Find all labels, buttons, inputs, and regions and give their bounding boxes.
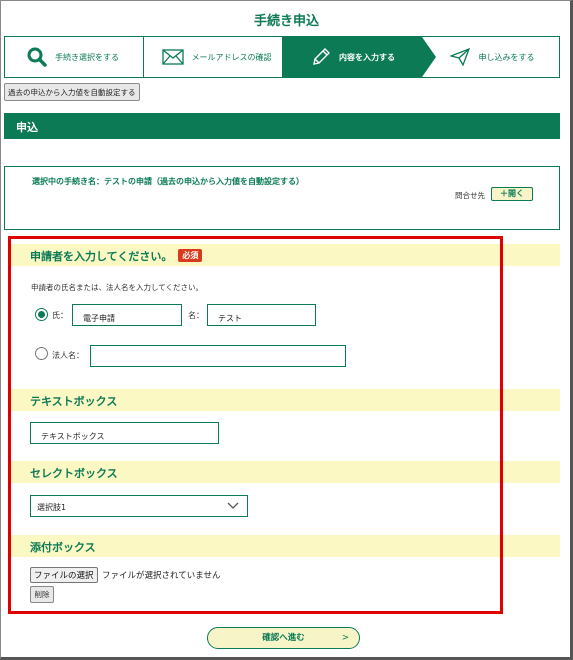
page-title: 手続き申込 bbox=[253, 14, 319, 29]
progress-steps: 手続き選択をする メールアドレスの確認 内容を入力する 申し込みをする bbox=[4, 36, 560, 78]
pencil-icon bbox=[311, 47, 331, 67]
procedure-info-box: 選択中の手続き名：テストの申請（過去の申込から入力値を自動設定する） 問合せ先 … bbox=[4, 166, 560, 230]
highlight-frame bbox=[8, 236, 503, 614]
procedure-label: 選択中の手続き名： bbox=[32, 177, 104, 186]
step-apply: 申し込みをする bbox=[422, 37, 559, 77]
step-select-procedure: 手続き選択をする bbox=[5, 37, 144, 77]
step-label: 手続き選択をする bbox=[55, 52, 119, 62]
procedure-name: 選択中の手続き名：テストの申請（過去の申込から入力値を自動設定する） bbox=[32, 176, 304, 187]
send-icon bbox=[450, 48, 471, 66]
step-label: 内容を入力する bbox=[338, 52, 395, 62]
mail-icon bbox=[161, 49, 184, 65]
chevron-right-icon: > bbox=[341, 633, 349, 643]
confirm-label: 確認へ進む bbox=[262, 633, 305, 643]
contact-label: 問合せ先 bbox=[455, 191, 485, 200]
step-email-confirm: メールアドレスの確認 bbox=[144, 37, 283, 77]
section-title: 申込 bbox=[4, 113, 560, 139]
contact-open-button[interactable]: ＋開く bbox=[491, 187, 533, 201]
search-icon bbox=[27, 47, 47, 67]
autofill-button[interactable]: 過去の申込から入力値を自動設定する bbox=[4, 83, 140, 101]
plus-icon: ＋ bbox=[500, 189, 508, 198]
procedure-value: テストの申請（過去の申込から入力値を自動設定する） bbox=[104, 177, 304, 186]
step-label: 申し込みをする bbox=[478, 52, 535, 62]
confirm-button[interactable]: 確認へ進む > bbox=[207, 627, 360, 649]
step-label: メールアドレスの確認 bbox=[191, 52, 272, 62]
step-enter-content: 内容を入力する bbox=[282, 37, 436, 77]
open-label: 開く bbox=[508, 189, 524, 198]
